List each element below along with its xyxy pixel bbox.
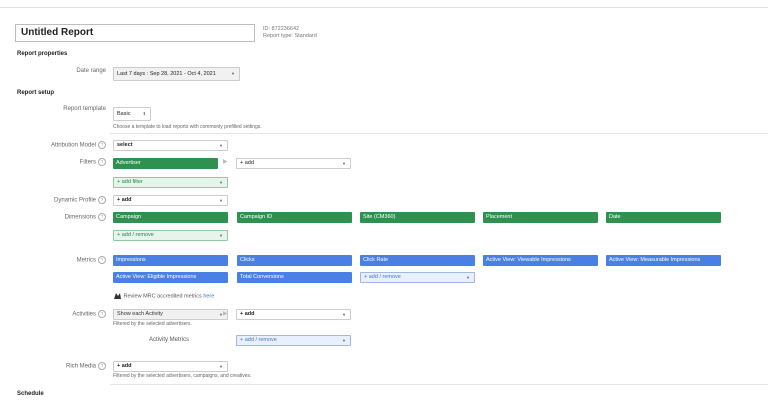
label-rich-media-text: Rich Media [65, 363, 96, 370]
mrc-notice: Review MRC accredited metrics here [113, 292, 214, 300]
label-metrics-text: Metrics [76, 257, 96, 264]
top-divider [0, 7, 768, 8]
label-dimensions: Dimensions? [10, 213, 106, 223]
metric-chip-eligible-impressions[interactable]: Active View: Eligible Impressions [113, 272, 228, 283]
activities-value: Show each Activity [117, 311, 163, 317]
metric-chip-total-conversions[interactable]: Total Conversions [237, 272, 352, 283]
dimension-chip-campaign[interactable]: Campaign [113, 212, 228, 223]
label-activity-metrics: Activity Metrics [149, 337, 190, 343]
rich-media-select[interactable]: + add ▼ [113, 361, 228, 372]
chevron-down-icon: ▼ [219, 143, 223, 148]
section-report-setup: Report setup [17, 90, 55, 96]
label-metrics: Metrics? [10, 256, 106, 266]
chevron-down-icon: ▼ [342, 338, 346, 343]
metric-chip-measurable-impressions[interactable]: Active View: Measurable Impressions [606, 255, 721, 266]
help-icon[interactable]: ? [98, 141, 106, 149]
dimensions-add-remove[interactable]: + add / remove ▼ [113, 230, 228, 241]
metric-chip-viewable-impressions[interactable]: Active View: Viewable Impressions [483, 255, 598, 266]
section-schedule: Schedule [17, 391, 44, 397]
dynamic-profile-value: + add [117, 197, 132, 203]
filter-value-select[interactable]: + add ▼ [236, 158, 351, 169]
label-dynamic-profile-text: Dynamic Profile [53, 197, 96, 204]
report-id: ID: 872236642 [263, 26, 300, 32]
section-report-properties: Report properties [17, 51, 68, 57]
dimension-chip-date[interactable]: Date [606, 212, 721, 223]
report-template-hint: Choose a template to load reports with c… [113, 124, 262, 130]
chevron-down-icon: ▼ [219, 233, 223, 238]
updown-icon: ⬍ [142, 111, 146, 116]
chevron-down-icon: ▼ [219, 364, 223, 369]
filter-chip-advertiser[interactable]: Advertiser [113, 158, 218, 169]
chevron-down-icon: ▼ [342, 161, 346, 166]
label-date-range: Date range [76, 68, 106, 74]
mrc-badge-icon [114, 293, 121, 299]
chevron-down-icon: ▼ [219, 198, 223, 203]
help-icon[interactable]: ? [98, 213, 106, 221]
label-activities: Activities? [10, 310, 106, 320]
arrow-right-icon: ▶ [223, 159, 228, 165]
label-attribution-model: Attribution Model? [10, 141, 106, 151]
help-icon[interactable]: ? [98, 196, 106, 204]
label-report-template: Report template [63, 106, 106, 112]
activities-add-value: + add [240, 311, 255, 317]
add-filter-button[interactable]: + add filter ▼ [113, 177, 228, 188]
dimension-chip-campaign-id[interactable]: Campaign ID [237, 212, 352, 223]
date-range-value: Last 7 days : Sep 28, 2021 - Oct 4, 2021 [117, 71, 216, 77]
chevron-down-icon: ▼ [342, 312, 346, 317]
rich-media-hint: Filtered by the selected advertisers, ca… [113, 373, 252, 379]
activities-select[interactable]: Show each Activity ▼ [113, 309, 228, 320]
add-filter-label: + add filter [117, 179, 143, 185]
attribution-model-select[interactable]: select ▼ [113, 140, 228, 151]
help-icon[interactable]: ? [98, 310, 106, 318]
help-icon[interactable]: ? [98, 256, 106, 264]
dimensions-add-remove-label: + add / remove [117, 232, 154, 238]
report-type: Report type: Standard [263, 33, 317, 39]
metrics-add-remove[interactable]: + add / remove ▼ [360, 272, 475, 283]
activities-hint: Filtered by the selected advertisers. [113, 321, 192, 327]
dynamic-profile-select[interactable]: + add ▼ [113, 195, 228, 206]
metric-chip-click-rate[interactable]: Click Rate [360, 255, 475, 266]
activities-add-select[interactable]: + add ▼ [236, 309, 351, 320]
help-icon[interactable]: ? [98, 158, 106, 166]
report-title-input[interactable]: Untitled Report [15, 24, 255, 42]
label-rich-media: Rich Media? [10, 362, 106, 372]
filter-add-value: + add [240, 160, 254, 166]
chevron-down-icon: ▼ [231, 71, 235, 76]
dimension-chip-site[interactable]: Site (CM360) [360, 212, 475, 223]
metric-chip-impressions[interactable]: Impressions [113, 255, 228, 266]
mrc-text: Review MRC accredited metrics [123, 293, 202, 300]
chevron-down-icon: ▼ [219, 180, 223, 185]
metrics-add-remove-label: + add / remove [364, 274, 401, 280]
label-attribution-text: Attribution Model [50, 142, 96, 149]
attribution-value: select [117, 142, 133, 148]
report-template-value: Basic [117, 111, 131, 117]
schedule-divider [110, 384, 768, 385]
report-template-select[interactable]: Basic ⬍ [113, 107, 151, 121]
label-dimensions-text: Dimensions [64, 214, 96, 221]
setup-divider [110, 133, 768, 134]
rich-media-value: + add [117, 363, 132, 369]
label-filters-text: Filters [79, 159, 96, 166]
label-dynamic-profile: Dynamic Profile? [10, 196, 106, 206]
help-icon[interactable]: ? [98, 362, 106, 370]
date-range-select[interactable]: Last 7 days : Sep 28, 2021 - Oct 4, 2021… [113, 67, 240, 81]
mrc-link[interactable]: here [203, 293, 214, 299]
metric-chip-clicks[interactable]: Clicks [237, 255, 352, 266]
dimension-chip-placement[interactable]: Placement [483, 212, 598, 223]
activity-metrics-label: + add / remove [240, 337, 277, 343]
label-filters: Filters? [10, 158, 106, 168]
arrow-right-icon: ▶ [223, 311, 228, 317]
label-activities-text: Activities [72, 311, 96, 318]
chevron-down-icon: ▼ [466, 275, 470, 280]
activity-metrics-add-remove[interactable]: + add / remove ▼ [236, 335, 351, 346]
